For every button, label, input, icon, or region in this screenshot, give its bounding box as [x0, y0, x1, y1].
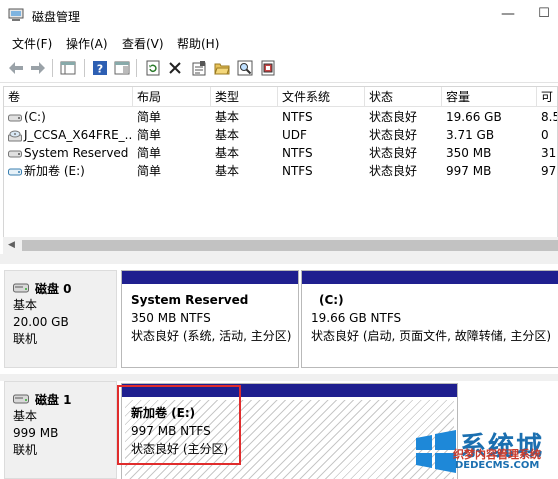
capacity-cell: 19.66 GB [446, 110, 502, 124]
help-icon[interactable]: ? [90, 58, 110, 78]
free-cell: 31 [541, 146, 557, 160]
maximize-button[interactable]: ☐ [534, 3, 554, 25]
type-cell: 基本 [215, 128, 240, 142]
disk-management-icon [8, 8, 24, 21]
disk-status: 联机 [13, 443, 38, 457]
type-cell: 基本 [215, 110, 240, 124]
partition-size: 350 MB NTFS [131, 311, 211, 325]
scrollbar-thumb[interactable] [22, 240, 558, 251]
table-header: 卷 布局 类型 文件系统 状态 容量 可 [4, 87, 557, 107]
fs-cell: UDF [282, 128, 307, 142]
capacity-cell: 997 MB [446, 164, 492, 178]
show-pane-icon[interactable] [112, 58, 132, 78]
col-filesystem[interactable]: 文件系统 [278, 87, 365, 107]
partition-title: (C:) [319, 293, 344, 307]
svg-text:?: ? [97, 63, 103, 76]
toolbar: ? [0, 53, 558, 83]
disk-type: 基本 [13, 298, 38, 312]
menu-bar: 文件(F) 操作(A) 查看(V) 帮助(H) [0, 31, 558, 53]
capacity-cell: 3.71 GB [446, 128, 495, 142]
back-arrow-icon[interactable] [6, 58, 26, 78]
col-volume[interactable]: 卷 [4, 87, 133, 107]
disk-size: 999 MB [13, 426, 59, 440]
fs-cell: NTFS [282, 110, 313, 124]
menu-view[interactable]: 查看(V) [122, 35, 164, 52]
volume-icon [8, 114, 22, 121]
layout-cell: 简单 [137, 164, 162, 178]
title-bar: 磁盘管理 — ☐ [0, 0, 558, 31]
partition-system-reserved[interactable]: System Reserved 350 MB NTFS 状态良好 (系统, 活动… [121, 270, 299, 368]
status-cell: 状态良好 [369, 164, 418, 178]
free-cell: 97 [541, 164, 557, 178]
horizontal-scrollbar[interactable]: ◀ [3, 237, 558, 254]
minimize-button[interactable]: — [498, 3, 518, 25]
type-cell: 基本 [215, 146, 240, 160]
scroll-left-icon[interactable]: ◀ [3, 237, 20, 254]
col-capacity[interactable]: 容量 [442, 87, 537, 107]
disk-status: 联机 [13, 332, 38, 346]
partition-title: System Reserved [131, 293, 249, 307]
properties-icon[interactable] [189, 58, 209, 78]
open-folder-icon[interactable] [212, 58, 232, 78]
menu-file[interactable]: 文件(F) [12, 35, 52, 52]
layout-cell: 简单 [137, 110, 162, 124]
dvd-drive-icon [8, 130, 22, 141]
table-row[interactable]: J_CCSA_X64FRE_... 简单 基本 UDF 状态良好 3.71 GB… [4, 126, 557, 144]
volume-name: (C:) [24, 110, 46, 124]
table-row[interactable]: System Reserved 简单 基本 NTFS 状态良好 350 MB 3… [4, 144, 557, 162]
col-status[interactable]: 状态 [365, 87, 442, 107]
volume-name: System Reserved [24, 146, 129, 160]
free-cell: 0 [541, 128, 549, 142]
watermark-url: DEDECMS.COM [455, 460, 540, 471]
fs-cell: NTFS [282, 164, 313, 178]
partition-status: 状态良好 (系统, 活动, 主分区) [131, 329, 292, 343]
disk-type: 基本 [13, 409, 38, 423]
refresh-icon[interactable] [143, 58, 163, 78]
type-cell: 基本 [215, 164, 240, 178]
disk-icon [13, 283, 29, 293]
table-row[interactable]: (C:) 简单 基本 NTFS 状态良好 19.66 GB 8.5 [4, 108, 557, 126]
partition-status: 状态良好 (启动, 页面文件, 故障转储, 主分区) [311, 329, 552, 343]
disk-name: 磁盘 1 [35, 392, 72, 407]
volume-name: J_CCSA_X64FRE_... [24, 128, 133, 142]
menu-help[interactable]: 帮助(H) [177, 35, 219, 52]
layout-cell: 简单 [137, 128, 162, 142]
disk-1-label[interactable]: 磁盘 1 基本 999 MB 联机 [4, 381, 117, 479]
col-free[interactable]: 可 [537, 87, 557, 107]
volume-icon [8, 168, 22, 175]
volume-name: 新加卷 (E:) [24, 164, 85, 178]
status-cell: 状态良好 [369, 146, 418, 160]
layout-cell: 简单 [137, 146, 162, 160]
disk-name: 磁盘 0 [35, 281, 72, 296]
disk-0-label[interactable]: 磁盘 0 基本 20.00 GB 联机 [4, 270, 117, 368]
table-row[interactable]: 新加卷 (E:) 简单 基本 NTFS 状态良好 997 MB 97 [4, 162, 557, 180]
settings-icon[interactable] [258, 58, 278, 78]
status-cell: 状态良好 [369, 110, 418, 124]
watermark: 系统城 织梦内容管理系统 DEDECMS.COM [410, 424, 558, 479]
col-type[interactable]: 类型 [211, 87, 278, 107]
menu-action[interactable]: 操作(A) [66, 35, 108, 52]
delete-icon[interactable] [165, 58, 185, 78]
volume-list: 卷 布局 类型 文件系统 状态 容量 可 (C:) 简单 基本 NTFS 状态良… [3, 86, 558, 254]
console-tree-icon[interactable] [58, 58, 78, 78]
disk-size: 20.00 GB [13, 315, 69, 329]
partition-c[interactable]: (C:) 19.66 GB NTFS 状态良好 (启动, 页面文件, 故障转储,… [301, 270, 558, 368]
col-layout[interactable]: 布局 [133, 87, 211, 107]
capacity-cell: 350 MB [446, 146, 492, 160]
partition-size: 19.66 GB NTFS [311, 311, 402, 325]
forward-arrow-icon[interactable] [28, 58, 48, 78]
highlight-box [117, 385, 241, 465]
explore-icon[interactable] [235, 58, 255, 78]
pane-splitter[interactable] [0, 254, 558, 264]
fs-cell: NTFS [282, 146, 313, 160]
status-cell: 状态良好 [369, 128, 418, 142]
free-cell: 8.5 [541, 110, 557, 124]
window-title: 磁盘管理 [32, 10, 81, 24]
volume-icon [8, 150, 22, 157]
disk-icon [13, 394, 29, 404]
